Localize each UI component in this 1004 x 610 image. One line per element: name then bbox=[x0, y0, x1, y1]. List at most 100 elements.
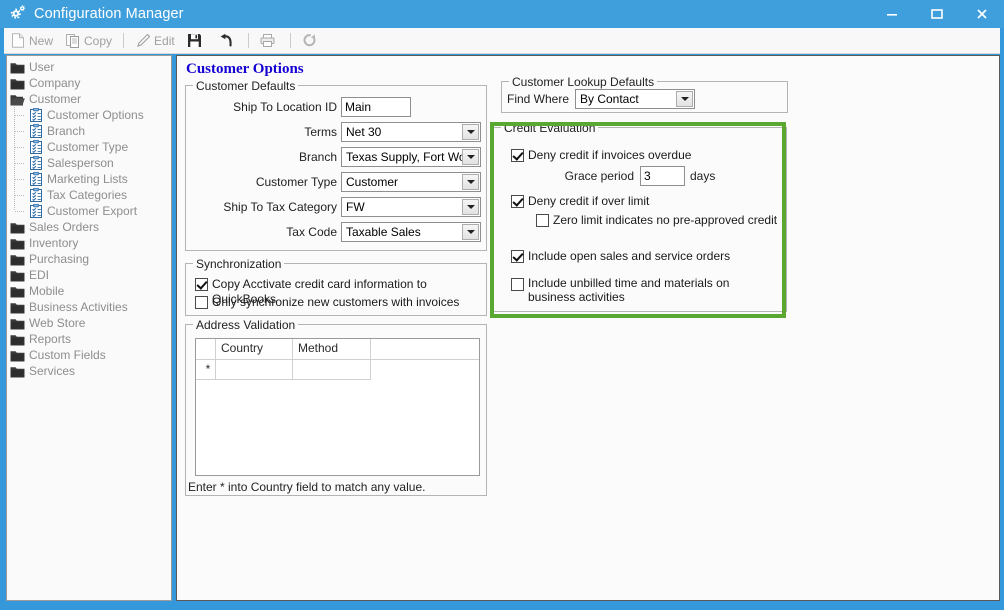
clipboard-icon bbox=[30, 107, 43, 122]
ship-to-location-id-input[interactable]: Main bbox=[341, 97, 411, 117]
customer-lookup-defaults-group: Customer Lookup Defaults Find Where By C… bbox=[501, 75, 788, 113]
synchronization-title: Synchronization bbox=[193, 257, 285, 271]
sidebar-item-web-store[interactable]: Web Store bbox=[10, 315, 169, 331]
pencil-icon bbox=[135, 33, 151, 49]
ship-to-tax-category-combo[interactable]: FW bbox=[341, 197, 481, 217]
zero-limit-checkbox-row[interactable]: Zero limit indicates no pre-approved cre… bbox=[536, 213, 786, 228]
chevron-down-icon[interactable] bbox=[462, 224, 479, 240]
navigation-sidebar[interactable]: User Company Customer Customer Options Branc… bbox=[6, 55, 172, 601]
include-open-orders-checkbox[interactable] bbox=[511, 250, 524, 263]
sidebar-item-customer-options[interactable]: Customer Options bbox=[10, 107, 169, 123]
include-open-orders-label: Include open sales and service orders bbox=[528, 249, 731, 263]
branch-combo[interactable]: Texas Supply, Fort Worth bbox=[341, 147, 481, 167]
sidebar-item-business-activities[interactable]: Business Activities bbox=[10, 299, 169, 315]
close-button[interactable] bbox=[959, 0, 1004, 28]
gears-icon bbox=[9, 5, 27, 23]
chevron-down-icon[interactable] bbox=[462, 124, 479, 140]
chevron-down-icon[interactable] bbox=[676, 91, 693, 107]
sidebar-item-reports[interactable]: Reports bbox=[10, 331, 169, 347]
sidebar-item-user[interactable]: User bbox=[10, 59, 169, 75]
sidebar-item-salesperson[interactable]: Salesperson bbox=[10, 155, 169, 171]
sidebar-item-inventory[interactable]: Inventory bbox=[10, 235, 169, 251]
customer-type-label: Customer Type bbox=[255, 175, 337, 189]
credit-evaluation-title: Credit Evaluation bbox=[501, 121, 599, 135]
zero-limit-checkbox[interactable] bbox=[536, 214, 549, 227]
terms-combo[interactable]: Net 30 bbox=[341, 122, 481, 142]
include-open-orders-checkbox-row[interactable]: Include open sales and service orders bbox=[511, 249, 781, 264]
sidebar-item-label: Mobile bbox=[29, 284, 65, 298]
only-sync-new-customers-checkbox[interactable] bbox=[195, 296, 208, 309]
grace-period-label: Grace period bbox=[564, 169, 634, 183]
tree-indent-guide bbox=[10, 171, 30, 187]
sidebar-item-services[interactable]: Services bbox=[10, 363, 169, 379]
sidebar-item-label: Reports bbox=[29, 332, 72, 346]
refresh-button[interactable] bbox=[296, 30, 327, 52]
tree-indent-guide bbox=[10, 107, 30, 123]
row-country-cell[interactable] bbox=[216, 360, 293, 380]
grace-period-units-label: days bbox=[690, 169, 716, 183]
grid-header-country: Country bbox=[216, 339, 293, 359]
config-tree[interactable]: User Company Customer Customer Options Branc… bbox=[10, 59, 169, 598]
print-button[interactable] bbox=[254, 30, 285, 52]
copy-credit-card-info-checkbox[interactable] bbox=[195, 278, 208, 291]
save-button[interactable] bbox=[181, 30, 212, 52]
edit-button-label: Edit bbox=[154, 33, 175, 48]
sidebar-item-label: Business Activities bbox=[29, 300, 128, 314]
sidebar-item-customer[interactable]: Customer bbox=[10, 91, 169, 107]
sidebar-item-label: Salesperson bbox=[47, 156, 114, 170]
sidebar-item-sales-orders[interactable]: Sales Orders bbox=[10, 219, 169, 235]
address-validation-note: Enter * into Country field to match any … bbox=[188, 480, 426, 494]
tree-indent-guide bbox=[10, 139, 30, 155]
chevron-down-icon[interactable] bbox=[462, 149, 479, 165]
tax-code-combo[interactable]: Taxable Sales bbox=[341, 222, 481, 242]
include-unbilled-checkbox-row[interactable]: Include unbilled time and materials on b… bbox=[511, 276, 756, 304]
sidebar-item-custom-fields[interactable]: Custom Fields bbox=[10, 347, 169, 363]
deny-credit-overdue-checkbox-row[interactable]: Deny credit if invoices overdue bbox=[511, 148, 781, 163]
deny-credit-over-limit-checkbox[interactable] bbox=[511, 195, 524, 208]
sidebar-item-customer-type[interactable]: Customer Type bbox=[10, 139, 169, 155]
find-where-combo[interactable]: By Contact bbox=[575, 89, 695, 109]
include-unbilled-checkbox[interactable] bbox=[511, 278, 524, 291]
sidebar-item-purchasing[interactable]: Purchasing bbox=[10, 251, 169, 267]
sidebar-item-label: Customer bbox=[29, 92, 82, 106]
sidebar-item-label: Tax Categories bbox=[47, 188, 128, 202]
customer-type-combo[interactable]: Customer bbox=[341, 172, 481, 192]
tax-code-label: Tax Code bbox=[286, 225, 337, 239]
sidebar-item-branch[interactable]: Branch bbox=[10, 123, 169, 139]
undo-icon bbox=[218, 33, 234, 49]
sidebar-item-label: Purchasing bbox=[29, 252, 90, 266]
grace-period-input[interactable]: 3 bbox=[640, 166, 685, 186]
address-validation-grid[interactable]: Country Method * bbox=[195, 338, 480, 476]
row-method-cell[interactable] bbox=[293, 360, 371, 380]
chevron-down-icon[interactable] bbox=[462, 199, 479, 215]
clipboard-icon bbox=[30, 155, 43, 170]
zero-limit-label: Zero limit indicates no pre-approved cre… bbox=[553, 213, 778, 227]
sidebar-item-edi[interactable]: EDI bbox=[10, 267, 169, 283]
deny-credit-over-limit-checkbox-row[interactable]: Deny credit if over limit bbox=[511, 194, 781, 209]
new-button[interactable]: New bbox=[4, 30, 59, 52]
only-sync-new-customers-checkbox-row[interactable]: Only synchronize new customers with invo… bbox=[195, 295, 480, 310]
edit-button[interactable]: Edit bbox=[129, 30, 181, 52]
grid-header-row: Country Method bbox=[196, 339, 479, 360]
sidebar-item-mobile[interactable]: Mobile bbox=[10, 283, 169, 299]
copy-button[interactable]: Copy bbox=[59, 30, 118, 52]
find-where-label: Find Where bbox=[507, 92, 570, 106]
deny-credit-overdue-checkbox[interactable] bbox=[511, 149, 524, 162]
clipboard-icon bbox=[30, 123, 43, 138]
minimize-button[interactable] bbox=[869, 0, 914, 28]
sidebar-item-company[interactable]: Company bbox=[10, 75, 169, 91]
sidebar-item-label: Customer Type bbox=[47, 140, 129, 154]
maximize-button[interactable] bbox=[914, 0, 959, 28]
sidebar-item-marketing-lists[interactable]: Marketing Lists bbox=[10, 171, 169, 187]
chevron-down-icon[interactable] bbox=[462, 174, 479, 190]
sidebar-item-customer-export[interactable]: Customer Export bbox=[10, 203, 169, 219]
address-validation-group: Address Validation Country Method * Ente… bbox=[185, 318, 487, 496]
synchronization-group: Synchronization Copy Acctivate credit ca… bbox=[185, 257, 487, 316]
clipboard-icon bbox=[30, 171, 43, 186]
folder-icon bbox=[10, 269, 25, 282]
undo-button[interactable] bbox=[212, 30, 243, 52]
table-row[interactable]: * bbox=[196, 360, 479, 380]
sidebar-item-tax-categories[interactable]: Tax Categories bbox=[10, 187, 169, 203]
sidebar-item-label: Services bbox=[29, 364, 76, 378]
clipboard-icon bbox=[30, 203, 43, 218]
